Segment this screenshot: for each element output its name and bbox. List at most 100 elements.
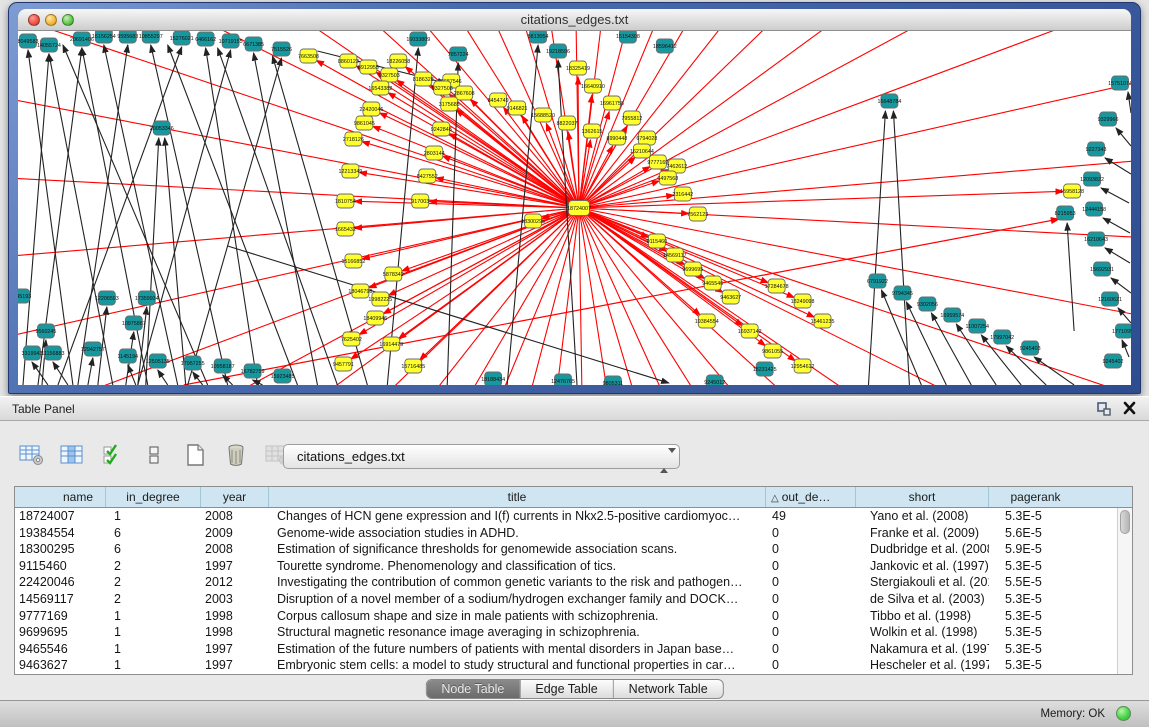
select-all-icon[interactable] (100, 442, 126, 468)
show-columns-icon[interactable] (59, 442, 85, 468)
graph-node[interactable]: 9242848 (431, 122, 452, 136)
graph-node[interactable]: 9805311 (603, 376, 624, 385)
graph-node[interactable]: 15166852 (341, 254, 365, 268)
table-row[interactable]: 2242004622012Investigating the contribut… (15, 574, 1117, 591)
float-panel-icon[interactable] (1097, 402, 1111, 416)
graph-node[interactable]: 8427552 (417, 169, 438, 183)
graph-node[interactable]: 15276021 (170, 31, 194, 45)
graph-node[interactable]: 8215953 (1055, 206, 1076, 220)
graph-node[interactable]: 16033809 (406, 32, 430, 46)
tab-network-table[interactable]: Network Table (613, 680, 723, 698)
graph-node[interactable]: 12942757 (81, 342, 105, 356)
tab-edge-table[interactable]: Edge Table (519, 680, 612, 698)
graph-node[interactable]: 9463627 (720, 290, 741, 304)
graph-node[interactable]: 6466162 (195, 32, 216, 46)
column-header-title[interactable]: title (269, 487, 766, 507)
graph-node[interactable]: 6794028 (636, 131, 657, 145)
graph-node[interactable]: 9245403 (1020, 341, 1041, 355)
graph-node[interactable]: 12206593 (95, 291, 119, 305)
graph-node[interactable]: 14055724 (37, 38, 61, 52)
graph-node[interactable]: 15923485 (271, 369, 295, 383)
graph-node[interactable]: 14569117 (663, 248, 687, 262)
graph-node[interactable]: 10855297 (139, 31, 163, 43)
graph-node[interactable]: 2718126 (343, 132, 364, 146)
graph-node[interactable]: 17359934 (135, 291, 159, 305)
tab-node-table[interactable]: Node Table (426, 680, 519, 698)
graph-node[interactable]: 2803144 (424, 146, 445, 160)
graph-node[interactable]: 9302056 (917, 297, 938, 311)
vertical-scrollbar[interactable] (1117, 508, 1132, 674)
graph-node[interactable]: 7955812 (621, 111, 642, 125)
graph-node[interactable]: 2316442 (672, 187, 693, 201)
graph-node[interactable]: 15154308 (616, 31, 640, 43)
graph-node[interactable]: 9327508 (432, 81, 453, 95)
graph-node[interactable]: 15751074 (1108, 76, 1131, 90)
table-row[interactable]: 1872400712008Changes of HCN gene express… (15, 508, 1117, 525)
graph-node[interactable]: 12093822 (1080, 172, 1104, 186)
graph-node[interactable]: 18188434 (481, 372, 505, 385)
graph-node[interactable]: 8912955 (358, 60, 379, 74)
graph-node[interactable]: 15461235 (811, 314, 835, 328)
network-graph-canvas[interactable]: 8049583140557242069140616156254959568310… (18, 31, 1131, 385)
graph-node[interactable]: 8813054 (528, 31, 549, 43)
graph-node[interactable]: 8990448 (606, 131, 627, 145)
graph-node[interactable]: 6671385 (243, 37, 264, 51)
graph-node[interactable]: 18409946 (363, 311, 387, 325)
clear-selection-icon[interactable] (141, 442, 167, 468)
graph-node[interactable]: 7663508 (298, 49, 319, 63)
graph-node[interactable]: 18596412 (653, 39, 677, 53)
graph-node[interactable]: 9777169 (647, 155, 668, 169)
graph-node[interactable]: 20053346 (150, 121, 174, 135)
graph-node[interactable]: 18249098 (791, 294, 815, 308)
graph-node[interactable]: 19218596 (546, 44, 570, 58)
window-titlebar[interactable]: citations_edges.txt (18, 9, 1131, 31)
graph-node[interactable]: 17284678 (765, 279, 789, 293)
graph-node[interactable]: 1362615 (582, 124, 603, 138)
graph-node[interactable]: 10975887 (122, 316, 146, 330)
graph-node[interactable]: 16543382 (368, 81, 392, 95)
graph-node[interactable]: 12505135 (146, 354, 170, 368)
table-row[interactable]: 1456911722003Disruption of a novel membe… (15, 591, 1117, 608)
memory-status-indicator[interactable] (1116, 706, 1131, 721)
column-header-in_degree[interactable]: in_degree (106, 487, 201, 507)
graph-node[interactable]: 1145193 (18, 289, 31, 303)
graph-node[interactable]: 6791922 (867, 274, 888, 288)
table-row[interactable]: 911546021997Tourette syndrome. Phenomeno… (15, 558, 1117, 575)
graph-node[interactable]: 12954612 (791, 359, 815, 373)
table-row[interactable]: 946554611997Estimation of the future num… (15, 641, 1117, 658)
graph-node[interactable]: 7857224 (448, 47, 469, 61)
graph-node[interactable]: 3319943 (22, 346, 43, 360)
graph-node[interactable]: 6497568 (657, 171, 678, 185)
graph-node[interactable]: 9245012 (704, 375, 725, 385)
graph-node[interactable]: 12160621 (1098, 292, 1122, 306)
graph-node[interactable]: 16961758 (600, 96, 624, 110)
new-table-icon[interactable] (182, 442, 208, 468)
table-row[interactable]: 1938455462009Genome-wide association stu… (15, 525, 1117, 542)
graph-node[interactable]: 17957255 (181, 356, 205, 370)
graph-node[interactable]: 16640910 (581, 79, 605, 93)
graph-node[interactable]: 18226058 (386, 54, 410, 68)
graph-node[interactable]: 9861055 (762, 344, 783, 358)
graph-node[interactable]: 5878342 (383, 267, 404, 281)
graph-node[interactable]: 12213349 (338, 164, 362, 178)
graph-node[interactable]: 19384554 (695, 314, 719, 328)
graph-node[interactable]: 7562123 (687, 207, 708, 221)
graph-node[interactable]: 9115460 (647, 234, 668, 248)
graph-node[interactable]: 22420046 (359, 102, 383, 116)
graph-node[interactable]: 9327503 (379, 68, 400, 82)
table-options-icon[interactable] (18, 442, 44, 468)
graph-node[interactable]: 11007254 (966, 319, 990, 333)
column-header-year[interactable]: year (201, 487, 269, 507)
graph-node[interactable]: 16959574 (940, 308, 964, 322)
graph-node[interactable]: 9457791 (333, 357, 354, 371)
graph-node[interactable]: 15716485 (401, 359, 425, 373)
graph-node[interactable]: 12476765 (551, 374, 575, 385)
delete-table-icon[interactable] (223, 442, 249, 468)
graph-node[interactable]: 12444158 (1082, 202, 1106, 216)
graph-node[interactable]: 16648784 (877, 94, 901, 108)
graph-node[interactable]: 1810754 (335, 194, 356, 208)
graph-node[interactable]: 8822037 (557, 116, 578, 130)
graph-node[interactable]: 18325419 (566, 61, 590, 75)
graph-node[interactable]: 9595683 (117, 31, 138, 43)
graph-node[interactable]: 10719155 (219, 34, 243, 48)
